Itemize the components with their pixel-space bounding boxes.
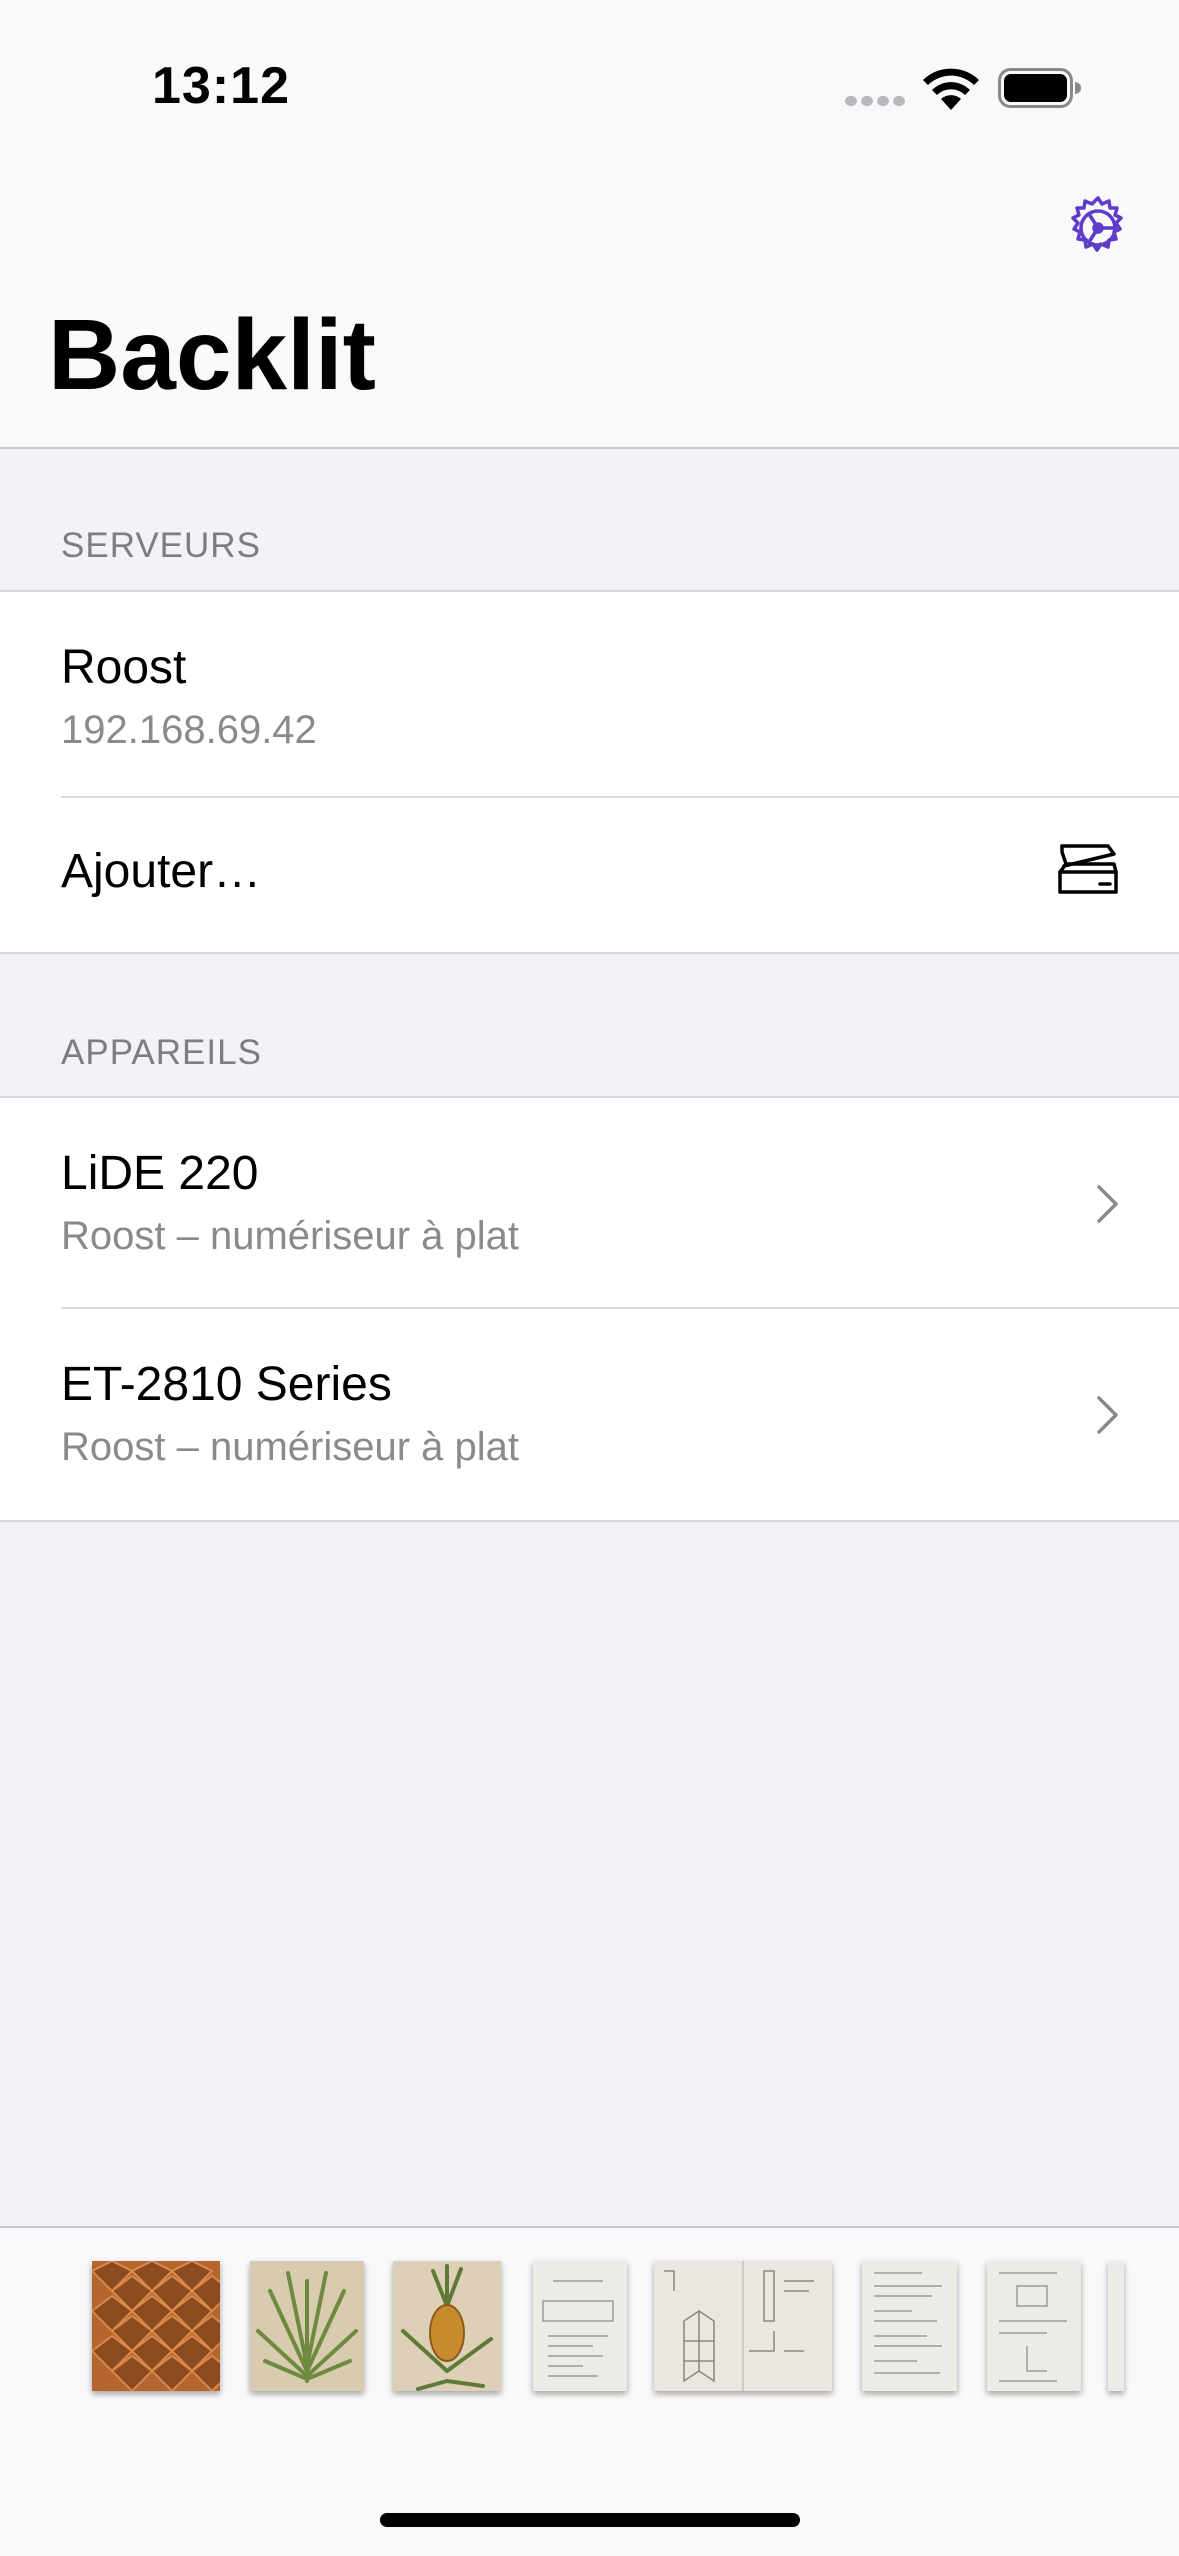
page-title: Backlit	[48, 299, 376, 411]
cellular-signal-icon	[845, 96, 905, 106]
chevron-right-icon	[1097, 1396, 1118, 1434]
device-row-et-2810[interactable]: ET-2810 Series Roost – numériseur à plat	[0, 1309, 1179, 1520]
device-row-lide-220[interactable]: LiDE 220 Roost – numériseur à plat	[0, 1098, 1179, 1309]
section-header-servers: SERVEURS	[61, 526, 261, 565]
thumbnail-partial-page[interactable]	[1108, 2261, 1124, 2391]
devices-list: LiDE 220 Roost – numériseur à plat ET-28…	[0, 1096, 1179, 1522]
scan-thumbnails-bar	[0, 2226, 1179, 2556]
settings-button[interactable]	[1060, 190, 1136, 266]
add-server-row[interactable]: Ajouter…	[0, 798, 1179, 952]
scanner-icon	[1058, 844, 1118, 894]
screen: 13:12 Backlit SERVEURS Roost 192.168.69.…	[0, 0, 1179, 2556]
thumbnail-sketch-page[interactable]	[533, 2261, 627, 2391]
device-name: LiDE 220	[61, 1147, 259, 1200]
chevron-right-icon	[1097, 1185, 1118, 1223]
server-row-roost[interactable]: Roost 192.168.69.42	[0, 592, 1179, 798]
thumbnail-pineapple-skin[interactable]	[92, 2261, 220, 2391]
thumbnail-notes-page[interactable]	[862, 2261, 957, 2391]
wifi-icon	[923, 68, 979, 110]
navigation-header: 13:12 Backlit	[0, 0, 1179, 449]
thumbnail-pineapple-plant[interactable]	[393, 2261, 501, 2391]
device-description: Roost – numériseur à plat	[61, 1214, 520, 1258]
server-name: Roost	[61, 641, 187, 694]
device-description: Roost – numériseur à plat	[61, 1425, 520, 1469]
thumbnail-notes-page-2[interactable]	[987, 2261, 1081, 2391]
status-time: 13:12	[152, 57, 290, 115]
server-address: 192.168.69.42	[61, 708, 317, 752]
thumbnail-pineapple-leaves[interactable]	[250, 2261, 364, 2391]
battery-icon	[998, 68, 1081, 108]
device-name: ET-2810 Series	[61, 1358, 392, 1411]
thumbnail-sketch-spread[interactable]	[654, 2261, 832, 2391]
add-server-label: Ajouter…	[61, 845, 262, 898]
servers-list: Roost 192.168.69.42 Ajouter…	[0, 590, 1179, 954]
section-header-devices: APPAREILS	[61, 1033, 262, 1072]
home-indicator[interactable]	[380, 2513, 800, 2527]
gear-icon	[1071, 196, 1123, 252]
